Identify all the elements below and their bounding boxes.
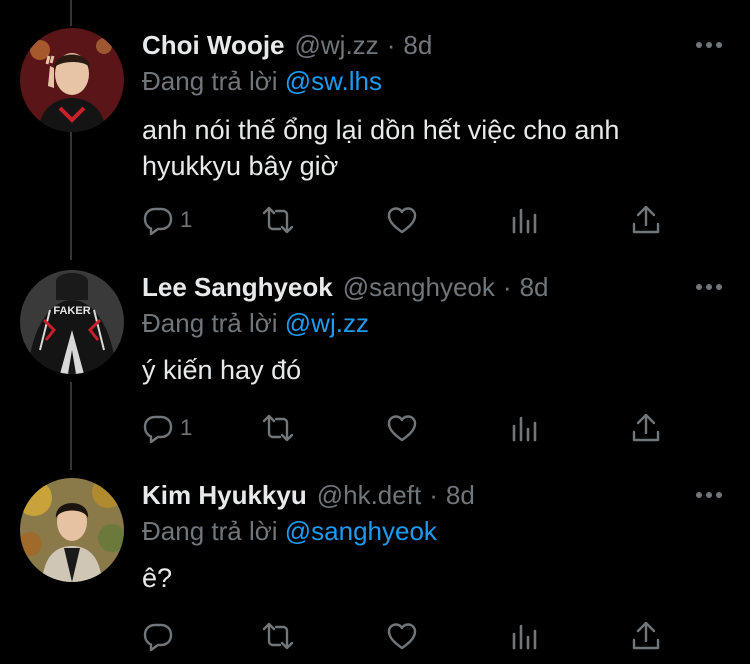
replying-to-label: Đang trả lời	[142, 516, 285, 546]
tweet-text: ý kiến hay đó	[142, 355, 302, 385]
thread-connector-line	[70, 0, 72, 26]
retweet-button[interactable]	[262, 202, 294, 238]
more-dots-icon[interactable]	[696, 488, 722, 502]
heart-icon	[386, 412, 418, 444]
reply-count: 1	[180, 415, 193, 440]
more-dots-icon[interactable]	[696, 38, 722, 52]
tweet-header: Choi Wooje @wj.zz · 8d	[142, 28, 432, 62]
replying-to: Đang trả lời @sw.lhs	[142, 66, 382, 97]
reply-thread: Choi Wooje @wj.zz · 8d Đang trả lời @sw.…	[0, 0, 750, 664]
share-button[interactable]	[630, 618, 662, 654]
views-button[interactable]	[508, 202, 540, 238]
avatar[interactable]	[20, 28, 124, 132]
author-handle[interactable]: @wj.zz	[295, 30, 379, 61]
bar-chart-icon	[508, 204, 540, 236]
replying-to: Đang trả lời @wj.zz	[142, 308, 369, 339]
speech-bubble-icon	[142, 204, 174, 236]
reply-button[interactable]: 1	[142, 410, 192, 446]
heart-icon	[386, 204, 418, 236]
more-dots-icon[interactable]	[696, 280, 722, 294]
replying-to-mention[interactable]: @sanghyeok	[285, 516, 437, 546]
timestamp[interactable]: 8d	[446, 480, 475, 511]
separator-dot: ·	[502, 271, 512, 302]
heart-icon	[386, 620, 418, 652]
like-button[interactable]	[386, 202, 418, 238]
avatar[interactable]	[20, 478, 124, 582]
share-upload-icon	[630, 620, 662, 652]
retweet-icon	[262, 204, 294, 236]
author-name[interactable]: Choi Wooje	[142, 30, 285, 61]
author-handle[interactable]: @sanghyeok	[343, 272, 495, 303]
share-upload-icon	[630, 412, 662, 444]
svg-text:FAKER: FAKER	[53, 305, 90, 317]
retweet-button[interactable]	[262, 410, 294, 446]
timestamp[interactable]: 8d	[520, 272, 549, 303]
separator-dot: ·	[429, 479, 438, 510]
share-button[interactable]	[630, 410, 662, 446]
bar-chart-icon	[508, 412, 540, 444]
tweet-text: anh nói thế ổng lại dồn hết việc cho anh…	[142, 115, 620, 181]
replying-to-mention[interactable]: @wj.zz	[285, 308, 369, 338]
tweet-text: ê?	[142, 563, 173, 593]
reply-button[interactable]	[142, 618, 174, 654]
retweet-icon	[262, 412, 294, 444]
retweet-icon	[262, 620, 294, 652]
views-button[interactable]	[508, 410, 540, 446]
views-button[interactable]	[508, 618, 540, 654]
timestamp[interactable]: 8d	[403, 30, 432, 61]
thread-connector-line	[70, 382, 72, 470]
like-button[interactable]	[386, 618, 418, 654]
thread-connector-line	[70, 132, 72, 260]
reply-button[interactable]: 1	[142, 202, 192, 238]
avatar[interactable]: FAKER	[20, 270, 124, 374]
speech-bubble-icon	[142, 620, 174, 652]
tweet-actions: 1	[142, 410, 682, 446]
share-button[interactable]	[630, 202, 662, 238]
replying-to-label: Đang trả lời	[142, 308, 285, 338]
bar-chart-icon	[508, 620, 540, 652]
author-handle[interactable]: @hk.deft	[317, 480, 421, 511]
tweet-header: Kim Hyukkyu @hk.deft · 8d	[142, 478, 475, 512]
tweet-header: Lee Sanghyeok @sanghyeok · 8d	[142, 270, 548, 304]
replying-to: Đang trả lời @sanghyeok	[142, 516, 437, 547]
like-button[interactable]	[386, 410, 418, 446]
author-name[interactable]: Kim Hyukkyu	[142, 480, 307, 511]
share-upload-icon	[630, 204, 662, 236]
tweet-actions: 1	[142, 202, 682, 238]
tweet-actions	[142, 618, 682, 654]
author-name[interactable]: Lee Sanghyeok	[142, 272, 333, 303]
speech-bubble-icon	[142, 412, 174, 444]
replying-to-mention[interactable]: @sw.lhs	[285, 66, 382, 96]
retweet-button[interactable]	[262, 618, 294, 654]
replying-to-label: Đang trả lời	[142, 66, 285, 96]
separator-dot: ·	[386, 29, 396, 60]
reply-count: 1	[180, 207, 193, 232]
